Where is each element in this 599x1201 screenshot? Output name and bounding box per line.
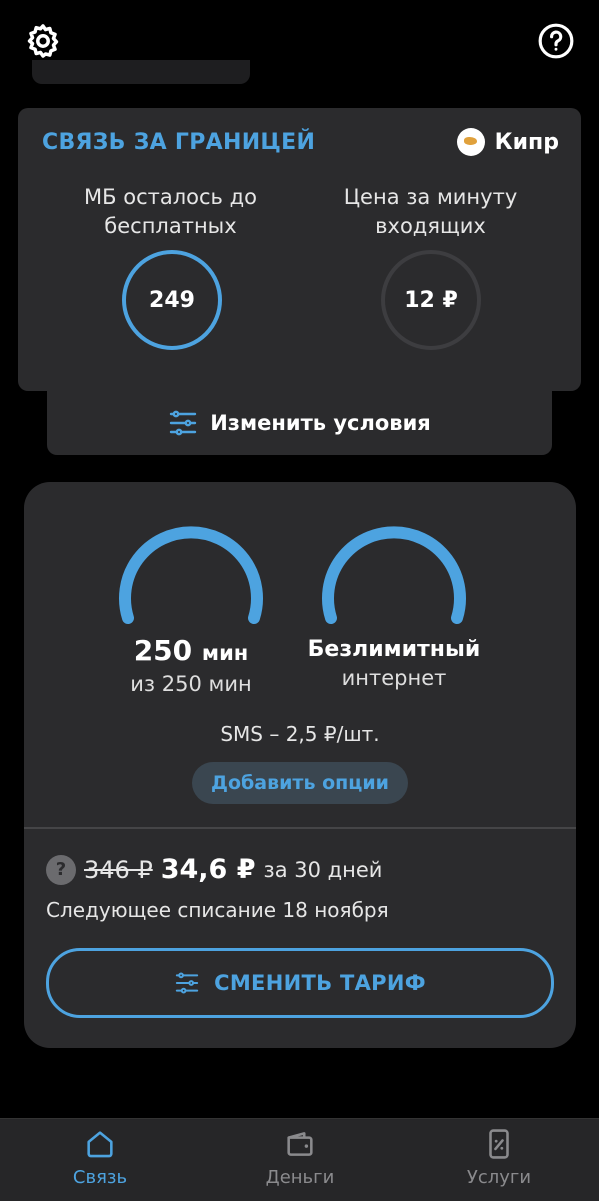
change-tariff-button[interactable]: СМЕНИТЬ ТАРИФ [46, 948, 554, 1018]
divider [24, 827, 576, 829]
incoming-price-label: Цена за минуту входящих [343, 185, 518, 238]
sms-price: SMS – 2,5 ₽/шт. [220, 722, 380, 746]
minutes-value: 250 [133, 634, 193, 667]
phone-percent-icon [489, 1129, 509, 1159]
internet-sub-label: интернет [341, 666, 447, 690]
minutes-unit: мин [201, 641, 249, 665]
internet-main-label: Безлимитный [307, 637, 481, 662]
new-price: 34,6 ₽ [160, 854, 256, 885]
help-circle-icon [538, 23, 574, 59]
sliders-icon [175, 972, 199, 994]
nav-label-services: Услуги [466, 1167, 532, 1188]
change-tariff-label: СМЕНИТЬ ТАРИФ [214, 971, 426, 995]
help-button[interactable] [535, 20, 577, 62]
wallet-icon [287, 1132, 313, 1156]
internet-gauge [322, 526, 466, 624]
cyprus-flag-icon [456, 128, 485, 156]
roaming-card: СВЯЗЬ ЗА ГРАНИЦЕЙ Кипр МБ осталось до бе… [18, 108, 581, 391]
country-selector[interactable]: Кипр [456, 128, 559, 156]
home-icon [87, 1131, 113, 1158]
previous-card-edge [32, 60, 250, 84]
billing-period: за 30 дней [263, 857, 383, 882]
price-row: ? 346 ₽ 34,6 ₽ за 30 дней [46, 854, 382, 885]
next-charge-date: Следующее списание 18 ноября [46, 898, 389, 922]
incoming-price-value: 12 ₽ [404, 287, 458, 313]
minutes-gauge [119, 526, 263, 624]
change-conditions-label: Изменить условия [210, 411, 431, 435]
change-conditions-button[interactable]: Изменить условия [47, 391, 552, 455]
roaming-title: СВЯЗЬ ЗА ГРАНИЦЕЙ [42, 130, 316, 155]
nav-item-money[interactable]: Деньги [200, 1127, 400, 1188]
add-options-button[interactable]: Добавить опции [192, 762, 408, 804]
settings-button[interactable] [22, 20, 64, 62]
bottom-navigation: Связь Деньги Услуги [0, 1118, 599, 1201]
price-info-icon[interactable]: ? [46, 854, 76, 885]
gear-icon [27, 24, 59, 58]
tariff-card: 250 мин из 250 мин Безлимитный интернет … [24, 482, 576, 1048]
mb-remaining-label: МБ осталось до бесплатных [84, 185, 257, 238]
country-name: Кипр [494, 129, 559, 155]
mb-remaining-value: 249 [149, 287, 195, 313]
incoming-price-ring: 12 ₽ [381, 250, 481, 350]
nav-label-connect: Связь [72, 1167, 128, 1188]
mb-remaining-ring: 249 [122, 250, 222, 350]
sliders-icon [169, 410, 197, 436]
nav-item-services[interactable]: Услуги [399, 1127, 599, 1188]
nav-label-money: Деньги [265, 1167, 335, 1188]
nav-item-connect[interactable]: Связь [0, 1127, 200, 1188]
old-price: 346 ₽ [84, 855, 153, 884]
